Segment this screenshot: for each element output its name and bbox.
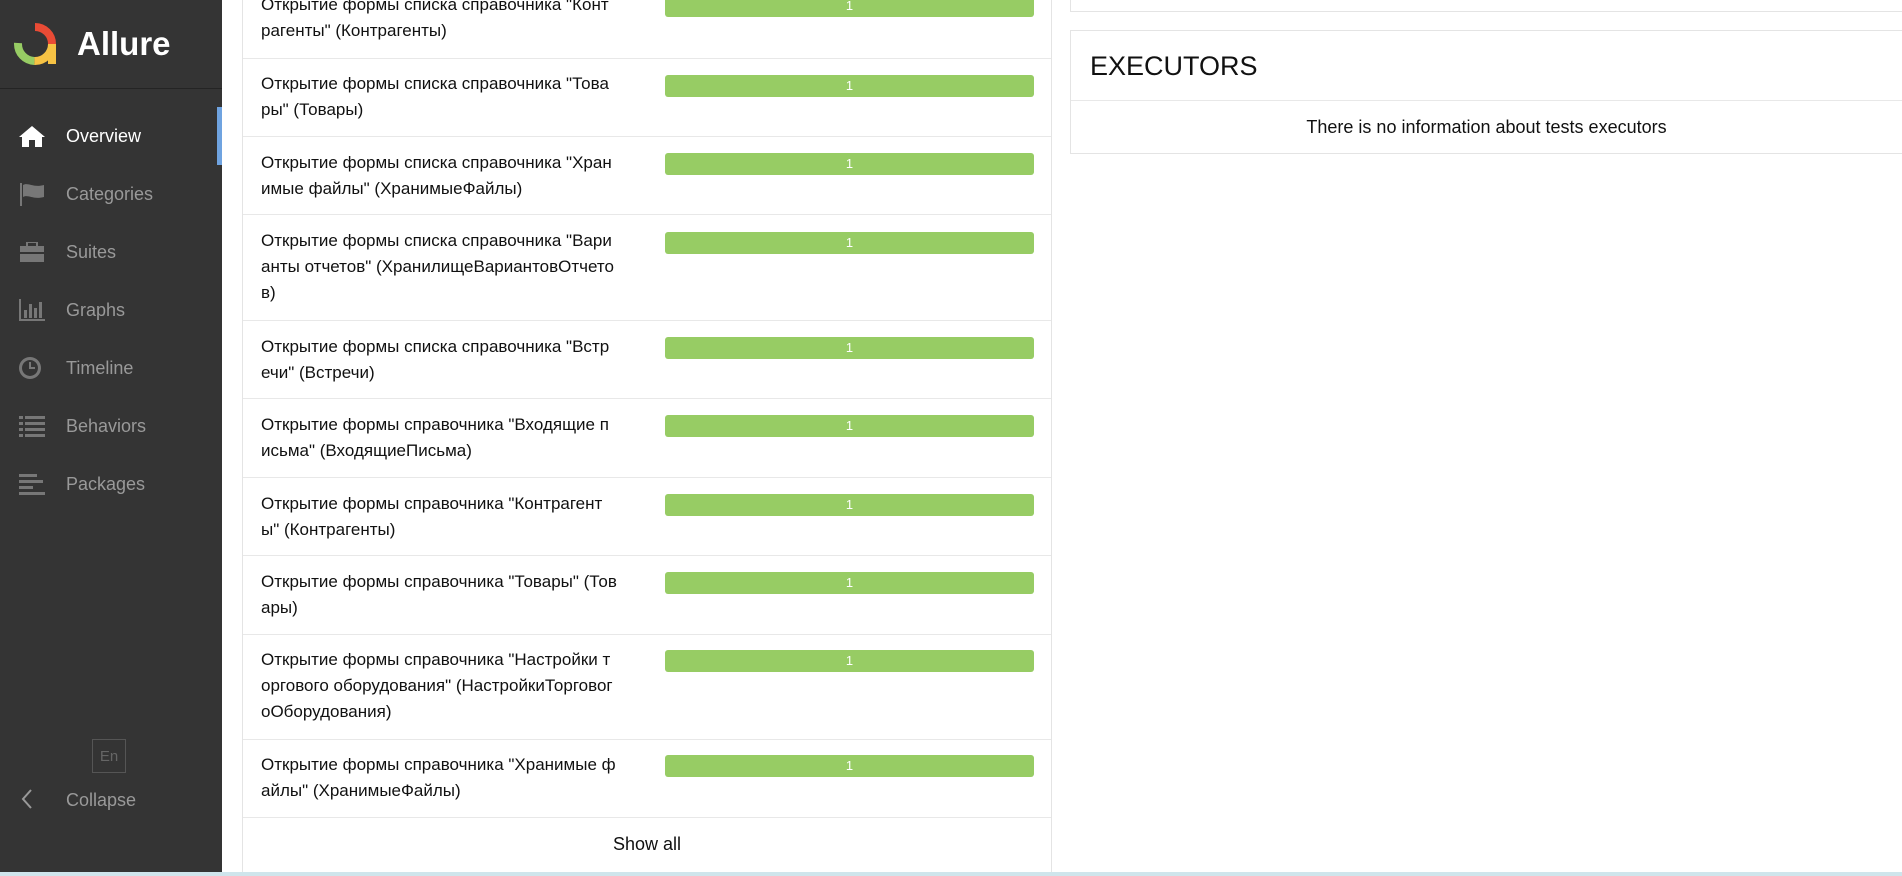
status-bar: 1	[665, 755, 1034, 777]
collapse-button[interactable]: Collapse	[20, 788, 136, 812]
table-row[interactable]: Открытие формы справочника "Входящие п и…	[243, 399, 1051, 478]
table-row[interactable]: Открытие формы справочника "Контрагент ы…	[243, 478, 1051, 556]
sidebar-nav: Overview Categories Suites Graphs Timeli…	[0, 107, 222, 513]
show-all-link[interactable]: Show all	[243, 818, 1051, 872]
sidebar-item-label: Suites	[66, 241, 117, 262]
status-bar: 1	[665, 153, 1034, 175]
table-row[interactable]: Открытие формы списка справочника "Встр …	[243, 321, 1051, 399]
test-name: Открытие формы списка справочника "Това …	[261, 74, 609, 119]
sidebar-item-label: Categories	[66, 183, 154, 204]
status-bar: 1	[665, 232, 1034, 254]
test-name: Открытие формы справочника "Настройки т …	[261, 650, 613, 721]
sidebar-item-packages[interactable]: Packages	[0, 455, 222, 513]
test-name: Открытие формы справочника "Товары" (Тов…	[261, 572, 617, 617]
brand[interactable]: Allure	[0, 0, 222, 89]
allure-logo-icon	[14, 23, 56, 65]
table-row[interactable]: Открытие формы справочника "Настройки т …	[243, 635, 1051, 740]
sidebar-item-label: Timeline	[66, 357, 134, 378]
tests-widget: Открытие формы списка справочника "Конт …	[242, 0, 1052, 872]
test-name: Открытие формы списка справочника "Встр …	[261, 337, 610, 382]
window-bottom-edge	[0, 872, 1902, 876]
sidebar-item-categories[interactable]: Categories	[0, 165, 222, 223]
status-bar: 1	[665, 494, 1034, 516]
status-bar: 1	[665, 415, 1034, 437]
sidebar-item-timeline[interactable]: Timeline	[0, 339, 222, 397]
flag-icon	[18, 181, 48, 207]
executors-title: EXECUTORS	[1071, 31, 1902, 101]
table-row[interactable]: Открытие формы списка справочника "Хран …	[243, 137, 1051, 215]
app-title: Allure	[77, 25, 171, 62]
table-row[interactable]: Открытие формы справочника "Товары" (Тов…	[243, 556, 1051, 635]
sidebar-item-label: Graphs	[66, 299, 126, 320]
sidebar-item-overview[interactable]: Overview	[0, 107, 222, 165]
status-bar: 1	[665, 337, 1034, 359]
test-name: Открытие формы списка справочника "Конт …	[261, 0, 609, 40]
test-name: Открытие формы справочника "Контрагент ы…	[261, 494, 603, 539]
test-name: Открытие формы списка справочника "Вари …	[261, 231, 614, 302]
sidebar-item-label: Overview	[66, 125, 142, 146]
table-row[interactable]: Открытие формы справочника "Хранимые ф а…	[243, 740, 1051, 818]
briefcase-icon	[18, 239, 48, 265]
executors-widget: EXECUTORS There is no information about …	[1070, 30, 1902, 154]
bar-chart-icon	[18, 297, 48, 323]
executors-empty-message: There is no information about tests exec…	[1306, 117, 1667, 137]
main-content: Открытие формы списка справочника "Конт …	[222, 0, 1902, 872]
collapse-label: Collapse	[66, 789, 137, 810]
align-left-icon	[18, 471, 48, 497]
clock-icon	[18, 355, 48, 381]
table-row[interactable]: Открытие формы списка справочника "Конт …	[243, 0, 1051, 59]
test-name: Открытие формы справочника "Хранимые ф а…	[261, 755, 616, 800]
status-bar: 1	[665, 572, 1034, 594]
home-icon	[18, 123, 48, 149]
widget-bottom-edge	[1070, 0, 1902, 12]
test-name: Открытие формы справочника "Входящие п и…	[261, 415, 609, 460]
table-row[interactable]: Открытие формы списка справочника "Вари …	[243, 215, 1051, 321]
sidebar-item-suites[interactable]: Suites	[0, 223, 222, 281]
status-bar: 1	[665, 650, 1034, 672]
sidebar-item-graphs[interactable]: Graphs	[0, 281, 222, 339]
sidebar-item-label: Behaviors	[66, 415, 147, 436]
table-row[interactable]: Открытие формы списка справочника "Това …	[243, 59, 1051, 137]
sidebar-item-behaviors[interactable]: Behaviors	[0, 397, 222, 455]
sidebar-item-label: Packages	[66, 473, 146, 494]
list-icon	[18, 413, 48, 439]
test-name: Открытие формы списка справочника "Хран …	[261, 153, 612, 198]
chevron-left-icon	[20, 788, 40, 812]
status-bar: 1	[665, 75, 1034, 97]
status-bar: 1	[665, 0, 1034, 17]
sidebar: Allure Overview Categories Suites Graphs	[0, 0, 222, 872]
language-button[interactable]: En	[92, 739, 126, 773]
